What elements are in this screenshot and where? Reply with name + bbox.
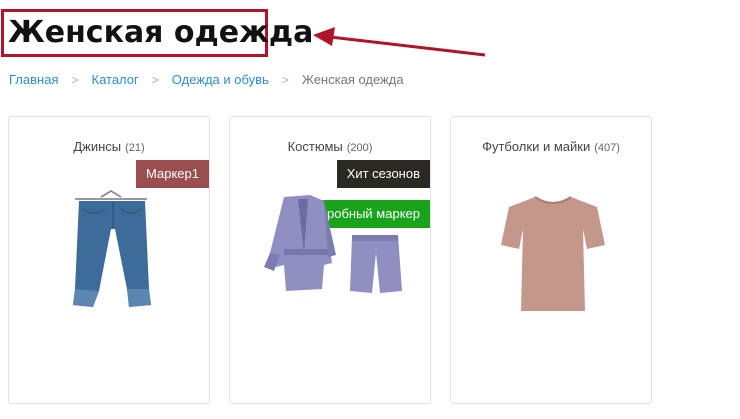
breadcrumb: Главная > Каталог > Одежда и обувь > Жен… bbox=[9, 72, 404, 87]
breadcrumb-current: Женская одежда bbox=[301, 72, 404, 87]
category-title[interactable]: Футболки и майки (407) bbox=[451, 139, 651, 154]
annotation-arrow-icon bbox=[313, 27, 486, 57]
breadcrumb-separator-icon: > bbox=[151, 72, 159, 87]
breadcrumb-catalog-link[interactable]: Каталог bbox=[92, 72, 139, 87]
tshirt-image[interactable] bbox=[499, 193, 607, 313]
category-title[interactable]: Джинсы (21) bbox=[9, 139, 209, 154]
breadcrumb-separator-icon: > bbox=[281, 72, 289, 87]
category-name[interactable]: Джинсы bbox=[73, 139, 121, 154]
page-title: Женская одежда bbox=[8, 15, 314, 50]
category-name[interactable]: Костюмы bbox=[288, 139, 343, 154]
category-count: (200) bbox=[346, 142, 373, 154]
breadcrumb-separator-icon: > bbox=[71, 72, 79, 87]
breadcrumb-clothing-link[interactable]: Одежда и обувь bbox=[172, 72, 269, 87]
suit-image[interactable] bbox=[262, 193, 412, 305]
category-count: (407) bbox=[594, 142, 620, 154]
category-card-jeans[interactable]: Джинсы (21) Маркер1 bbox=[8, 116, 210, 404]
category-name[interactable]: Футболки и майки bbox=[482, 139, 590, 154]
breadcrumb-home-link[interactable]: Главная bbox=[9, 72, 58, 87]
category-card-suits[interactable]: Костюмы (200) Хит сезонов Пробный маркер bbox=[229, 116, 431, 404]
marker-badge: Хит сезонов bbox=[336, 160, 430, 188]
marker-badge: Маркер1 bbox=[136, 160, 209, 188]
category-card-tshirts[interactable]: Футболки и майки (407) bbox=[450, 116, 652, 404]
category-title[interactable]: Костюмы (200) bbox=[230, 139, 430, 154]
category-count: (21) bbox=[125, 142, 145, 154]
jeans-image[interactable] bbox=[65, 189, 157, 315]
